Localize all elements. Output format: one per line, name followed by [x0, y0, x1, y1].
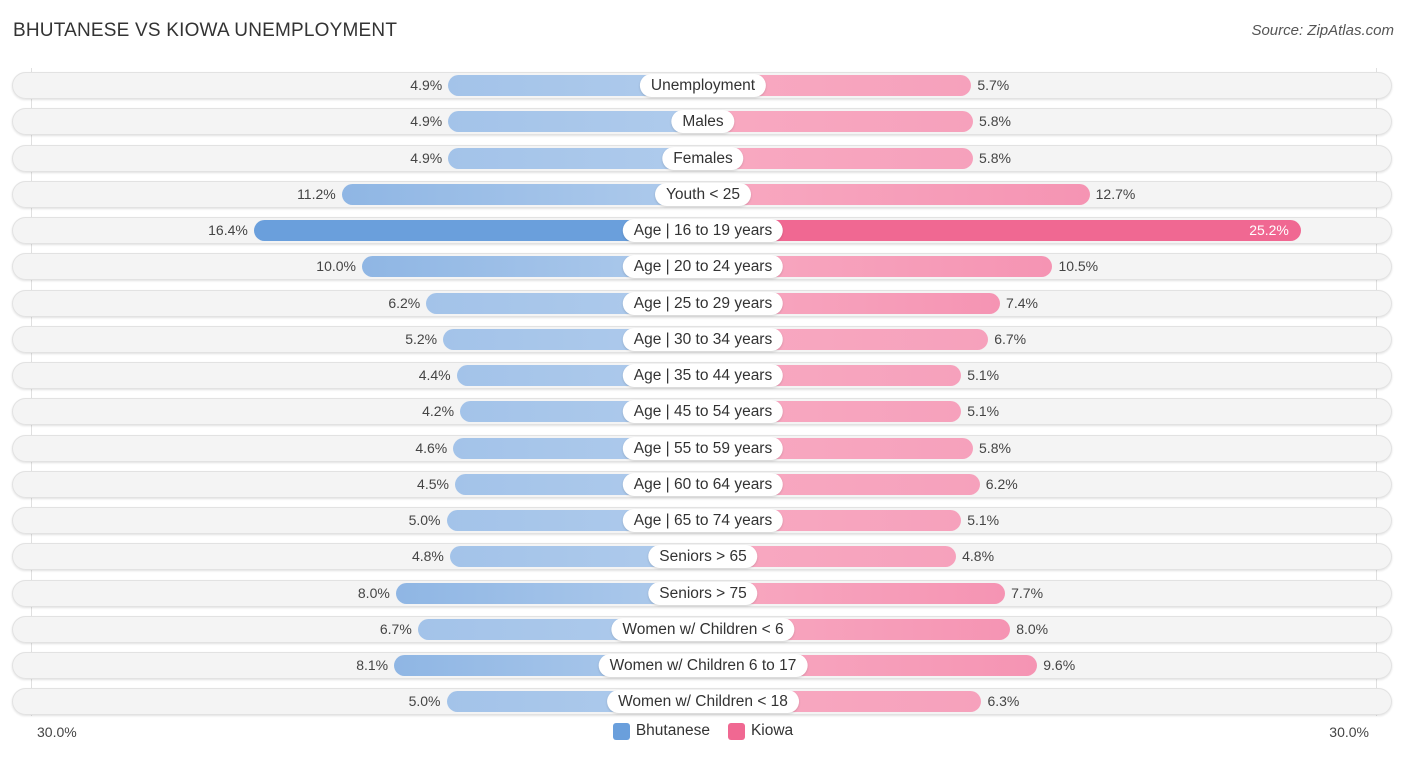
value-label-bhutanese: 10.0% — [316, 258, 356, 275]
category-label: Women w/ Children < 18 — [607, 690, 799, 714]
value-label-bhutanese: 16.4% — [208, 222, 248, 238]
value-label-kiowa: 5.1% — [967, 367, 1000, 383]
value-label-bhutanese: 4.9% — [410, 149, 443, 166]
category-label: Age | 25 to 29 years — [622, 291, 784, 315]
chart-area: 4.9% 5.7% Unemployment 4.9% 5.8% Males 4.9% 5.8… — [0, 0, 1406, 757]
value-label-kiowa: 5.8% — [979, 439, 1011, 456]
category-label: Age | 20 to 24 years — [622, 255, 784, 279]
bar-bhutanese[interactable] — [448, 111, 703, 133]
value-label-bhutanese: 8.1% — [356, 657, 389, 673]
value-label-bhutanese: 5.0% — [408, 693, 441, 710]
value-label-bhutanese: 6.2% — [388, 294, 421, 311]
value-label-kiowa: 9.6% — [1043, 657, 1076, 673]
legend-item-bhutanese[interactable]: Bhutanese — [612, 722, 710, 740]
value-label-kiowa: 25.2% — [1249, 222, 1289, 238]
legend-label-bhutanese: Bhutanese — [635, 722, 710, 739]
value-label-bhutanese: 6.7% — [379, 620, 412, 637]
value-label-kiowa: 5.7% — [977, 77, 1010, 93]
bar-kiowa[interactable] — [703, 111, 974, 133]
category-label: Seniors > 75 — [648, 581, 758, 605]
category-label: Women w/ Children < 6 — [611, 617, 795, 641]
value-label-kiowa: 5.1% — [967, 403, 1000, 420]
value-label-bhutanese: 4.9% — [410, 77, 443, 93]
value-label-kiowa: 8.0% — [1016, 620, 1049, 637]
value-label-kiowa: 5.1% — [967, 512, 1000, 528]
category-label: Age | 55 to 59 years — [622, 436, 784, 460]
bar-bhutanese[interactable] — [341, 183, 703, 205]
value-label-kiowa: 10.5% — [1058, 258, 1099, 275]
value-label-bhutanese: 4.4% — [418, 367, 451, 383]
category-label: Age | 16 to 19 years — [622, 219, 784, 242]
category-label: Age | 30 to 34 years — [622, 327, 784, 351]
legend-item-kiowa[interactable]: Kiowa — [727, 722, 794, 740]
legend: Bhutanese Kiowa — [0, 722, 1406, 740]
value-label-bhutanese: 5.0% — [408, 512, 441, 528]
value-label-bhutanese: 8.0% — [357, 584, 390, 601]
value-label-bhutanese: 4.8% — [411, 548, 444, 565]
category-label: Age | 65 to 74 years — [622, 509, 784, 532]
category-label: Women w/ Children 6 to 17 — [598, 654, 808, 677]
value-label-bhutanese: 4.2% — [422, 403, 455, 420]
value-label-bhutanese: 4.5% — [417, 475, 449, 492]
value-label-kiowa: 5.8% — [979, 113, 1011, 130]
category-label: Unemployment — [639, 74, 767, 97]
value-label-bhutanese: 4.6% — [415, 439, 448, 456]
category-label: Age | 45 to 54 years — [622, 400, 784, 424]
category-label: Age | 60 to 64 years — [622, 472, 784, 496]
legend-label-kiowa: Kiowa — [750, 722, 794, 739]
value-label-kiowa: 6.2% — [985, 475, 1018, 492]
value-label-kiowa: 6.7% — [994, 330, 1027, 347]
value-label-kiowa: 6.3% — [987, 693, 1020, 710]
category-label: Seniors > 65 — [648, 545, 758, 569]
value-label-kiowa: 5.8% — [979, 149, 1011, 166]
value-label-bhutanese: 5.2% — [405, 330, 438, 347]
value-label-kiowa: 7.7% — [1011, 584, 1044, 601]
category-label: Youth < 25 — [655, 182, 751, 206]
category-label: Males — [671, 110, 735, 134]
value-label-bhutanese: 4.9% — [410, 113, 443, 130]
bar-kiowa[interactable] — [703, 220, 1301, 241]
value-label-kiowa: 4.8% — [962, 548, 995, 565]
bar-kiowa[interactable] — [703, 183, 1090, 205]
value-label-bhutanese: 11.2% — [297, 185, 336, 202]
category-label: Females — [662, 146, 744, 170]
legend-swatch-kiowa — [727, 722, 745, 740]
value-label-kiowa: 7.4% — [1006, 294, 1038, 311]
legend-swatch-bhutanese — [612, 722, 630, 740]
bar-kiowa[interactable] — [703, 147, 974, 169]
value-label-kiowa: 12.7% — [1095, 185, 1136, 202]
category-label: Age | 35 to 44 years — [622, 364, 784, 387]
